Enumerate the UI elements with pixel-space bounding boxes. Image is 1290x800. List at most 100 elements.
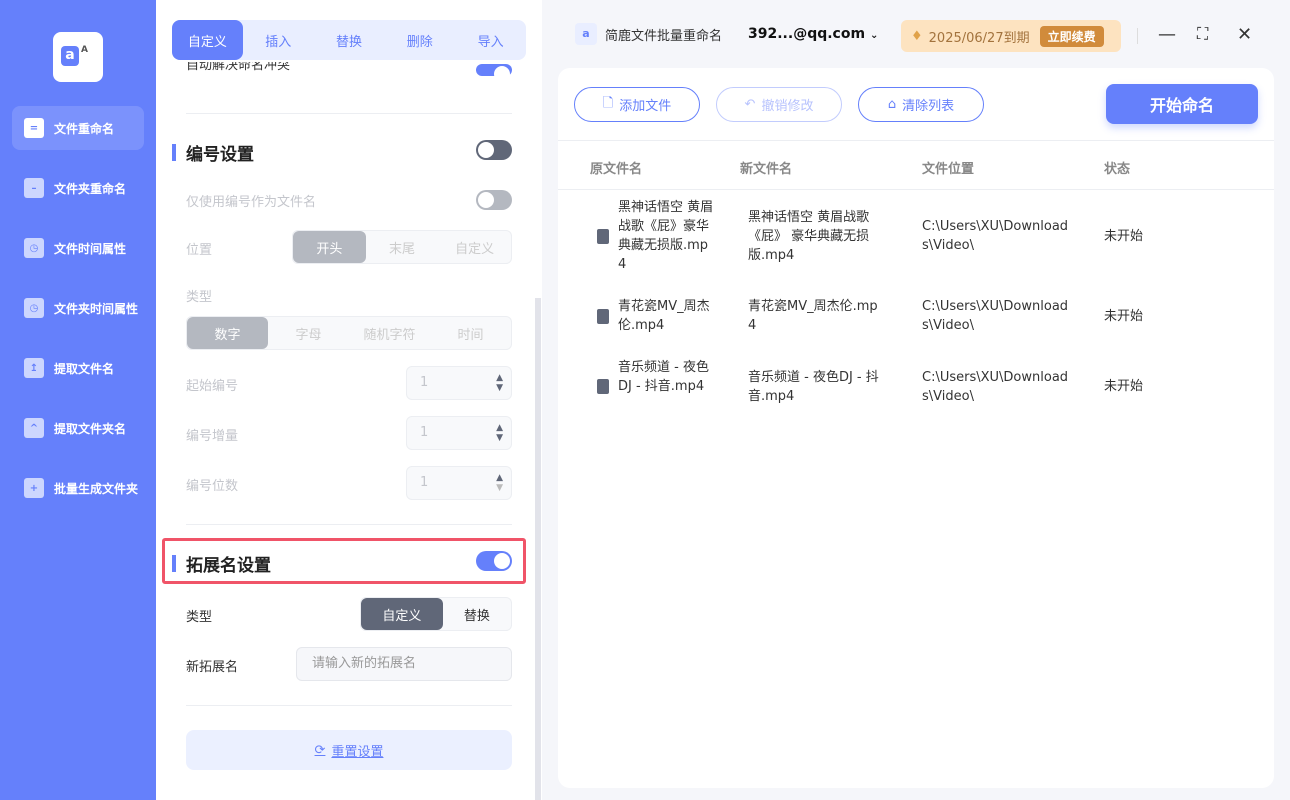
scrollbar[interactable]	[535, 298, 541, 800]
digits-stepper[interactable]: 1 ▲ ▼	[406, 466, 512, 500]
tab-delete[interactable]: 删除	[384, 20, 455, 60]
account-label: 392...@qq.com	[748, 26, 866, 42]
position-custom[interactable]: 自定义	[438, 231, 511, 263]
position-start[interactable]: 开头	[293, 231, 366, 263]
stepper-arrows-icon[interactable]: ▲ ▼	[496, 373, 503, 393]
only-number-label: 仅使用编号作为文件名	[186, 195, 317, 210]
vip-badge: ♦ 2025/06/27到期 立即续费	[901, 20, 1121, 52]
position-end[interactable]: 末尾	[366, 231, 439, 263]
status: 未开始	[1104, 309, 1144, 324]
conflict-toggle[interactable]	[476, 64, 512, 82]
sidebar-item-label: 文件时间属性	[54, 241, 127, 256]
divider	[186, 524, 512, 525]
sidebar-item-file-rename[interactable]: = 文件重命名	[12, 106, 144, 150]
stepper-value: 1	[420, 375, 429, 390]
sidebar-item-folder-time[interactable]: ◷ 文件夹时间属性	[12, 286, 144, 330]
title-bar: a 简鹿文件批量重命名 392...@qq.com ⌄	[575, 23, 878, 45]
tab-replace[interactable]: 替换	[314, 20, 385, 60]
file-icon	[597, 309, 609, 324]
sidebar-item-label: 批量生成文件夹	[54, 481, 139, 496]
ext-type-custom[interactable]: 自定义	[361, 598, 443, 630]
stepper-value: 1	[420, 425, 429, 440]
file-icon	[597, 229, 609, 244]
col-location: 文件位置	[922, 162, 975, 177]
sidebar-item-label: 提取文件名	[54, 361, 115, 376]
col-status: 状态	[1104, 162, 1131, 177]
extension-toggle[interactable]	[476, 551, 512, 571]
file-add-icon: 🗋	[602, 95, 614, 111]
file-upload-icon: ↥	[24, 358, 44, 378]
file-list-card	[558, 68, 1274, 788]
col-original-name: 原文件名	[590, 162, 643, 177]
divider	[186, 113, 512, 114]
status: 未开始	[1104, 379, 1144, 394]
position-label: 位置	[186, 243, 213, 258]
digits-label: 编号位数	[186, 479, 239, 494]
app-title: 简鹿文件批量重命名	[605, 28, 723, 44]
file-location: C:\Users\XU\Downloads\Video\	[922, 299, 1069, 333]
increment-label: 编号增量	[186, 429, 239, 444]
start-number-label: 起始编号	[186, 379, 239, 394]
type-digits[interactable]: 数字	[187, 317, 268, 349]
mode-tabs: 自定义 插入 替换 删除 导入	[172, 20, 526, 60]
col-new-name: 新文件名	[740, 162, 793, 177]
refresh-icon: ⟳	[314, 742, 326, 758]
original-name: 音乐频道 - 夜色DJ - 抖音.mp4	[618, 360, 709, 394]
original-name: 黑神话悟空 黄眉战歌《屁》豪华典藏无损版.mp4	[618, 200, 714, 272]
sidebar-item-label: 文件重命名	[54, 121, 115, 136]
sidebar-item-folder-rename[interactable]: – 文件夹重命名	[12, 166, 144, 210]
expiry-text: 2025/06/27到期	[928, 30, 1030, 46]
sidebar-item-extract-foldername[interactable]: ^ 提取文件夹名	[12, 406, 144, 450]
tab-insert[interactable]: 插入	[243, 20, 314, 60]
reset-settings-button[interactable]: ⟳ 重置设置	[186, 730, 512, 770]
increment-stepper[interactable]: 1 ▲ ▼	[406, 416, 512, 450]
folder-clock-icon: ◷	[24, 298, 44, 318]
undo-icon: ↶	[744, 97, 756, 112]
minimize-icon[interactable]: —	[1158, 24, 1176, 45]
app-logo: aA	[53, 32, 103, 82]
type-time[interactable]: 时间	[430, 317, 511, 349]
maximize-icon[interactable]: ⛶	[1197, 24, 1208, 44]
tab-import[interactable]: 导入	[455, 20, 526, 60]
sidebar-item-extract-filename[interactable]: ↥ 提取文件名	[12, 346, 144, 390]
new-ext-label: 新拓展名	[186, 660, 239, 675]
new-name: 青花瓷MV_周杰伦.mp4	[748, 299, 878, 333]
status: 未开始	[1104, 229, 1144, 244]
sidebar-item-label: 提取文件夹名	[54, 421, 127, 436]
divider	[1137, 28, 1138, 44]
type-random[interactable]: 随机字符	[349, 317, 430, 349]
new-name: 黑神话悟空 黄眉战歌《屁》 豪华典藏无损版.mp4	[748, 210, 870, 263]
sidebar-item-label: 文件夹重命名	[54, 181, 127, 196]
start-number-stepper[interactable]: 1 ▲ ▼	[406, 366, 512, 400]
account-dropdown[interactable]: 392...@qq.com ⌄	[748, 26, 878, 42]
ext-type-replace[interactable]: 替换	[443, 598, 511, 630]
button-label: 清除列表	[902, 99, 955, 114]
divider	[186, 705, 512, 706]
section-title: 拓展名设置	[186, 556, 271, 576]
stepper-arrows-icon[interactable]: ▲ ▼	[496, 423, 503, 443]
stepper-arrows-icon[interactable]: ▲ ▼	[496, 473, 503, 493]
renew-button[interactable]: 立即续费	[1039, 25, 1104, 47]
tab-custom[interactable]: 自定义	[172, 20, 243, 60]
close-icon[interactable]: ✕	[1237, 24, 1252, 45]
file-icon: =	[24, 118, 44, 138]
start-rename-button[interactable]: 开始命名	[1106, 84, 1258, 124]
undo-button[interactable]: ↶ 撤销修改	[716, 87, 842, 122]
folder-icon: –	[24, 178, 44, 198]
only-number-toggle[interactable]	[476, 190, 512, 210]
header-divider	[558, 189, 1274, 190]
new-extension-input[interactable]: 请输入新的拓展名	[296, 647, 512, 681]
clear-list-button[interactable]: ⌂ 清除列表	[858, 87, 984, 122]
button-label: 添加文件	[619, 99, 672, 114]
position-segmented: 开头 末尾 自定义	[292, 230, 512, 264]
broom-icon: ⌂	[887, 97, 897, 112]
chevron-down-icon: ⌄	[869, 30, 879, 41]
sidebar-item-batch-folders[interactable]: + 批量生成文件夹	[12, 466, 144, 510]
type-letters[interactable]: 字母	[268, 317, 349, 349]
numbering-toggle[interactable]	[476, 140, 512, 160]
section-title: 编号设置	[186, 145, 254, 165]
app-icon: a	[575, 23, 597, 45]
button-label: 撤销修改	[761, 99, 814, 114]
sidebar-item-file-time[interactable]: ◷ 文件时间属性	[12, 226, 144, 270]
add-file-button[interactable]: 🗋 添加文件	[574, 87, 700, 122]
